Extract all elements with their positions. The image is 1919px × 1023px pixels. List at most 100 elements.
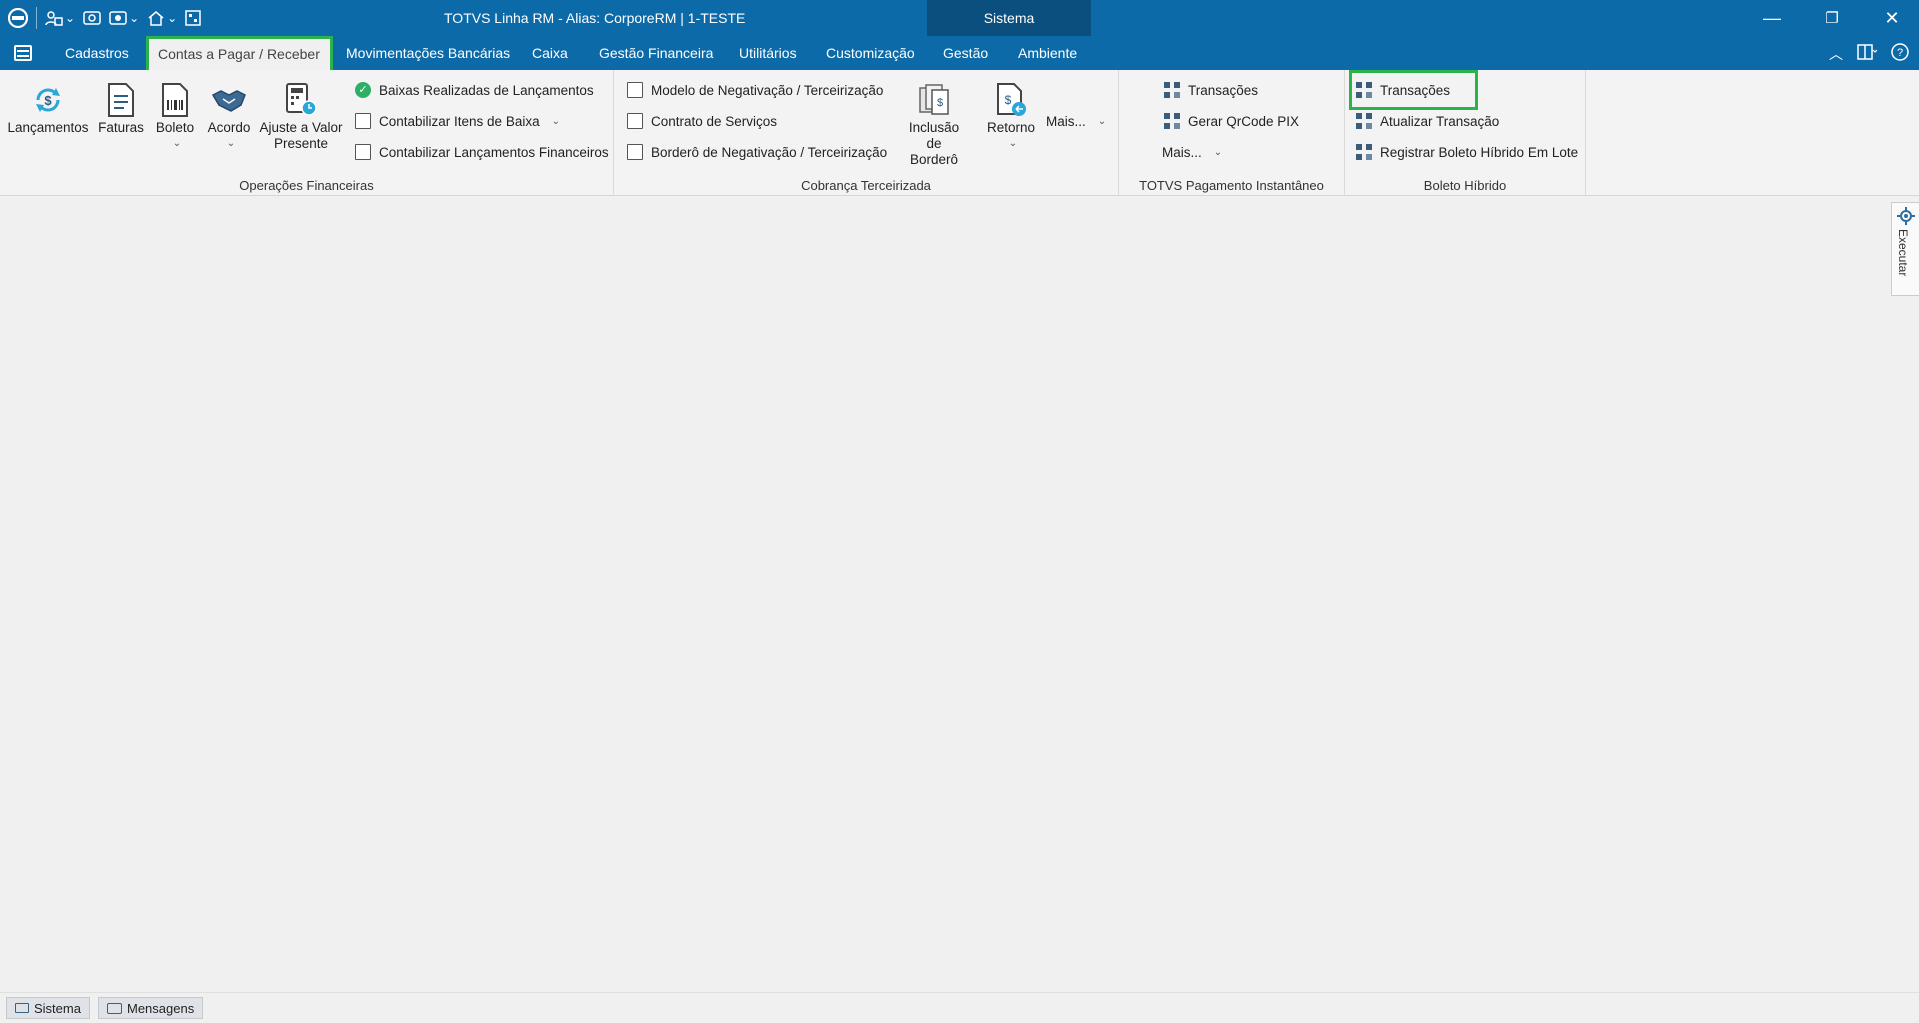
baixas-realizadas-button[interactable]: ✓ Baixas Realizadas de Lançamentos xyxy=(355,79,594,101)
qr-code-icon xyxy=(1356,113,1372,129)
contabilizar-itens-baixa-label: Contabilizar Itens de Baixa xyxy=(379,113,540,129)
window-title: TOTVS Linha RM - Alias: CorporeRM | 1-TE… xyxy=(444,10,746,26)
window-icon[interactable]: ⌄ xyxy=(109,10,139,26)
svg-text:$: $ xyxy=(937,97,943,109)
retorno-button[interactable]: $ Retorno ⌄ xyxy=(982,82,1040,152)
collapse-ribbon-icon[interactable]: ︿ xyxy=(1829,44,1843,64)
eye-icon[interactable] xyxy=(83,10,101,26)
ajuste-valor-presente-button[interactable]: Ajuste a Valor Presente xyxy=(258,82,344,152)
document-icon xyxy=(627,82,643,98)
bordero-negativacao-button[interactable]: Borderô de Negativação / Terceirização xyxy=(627,141,887,163)
faturas-button[interactable]: Faturas xyxy=(93,82,149,136)
mais-pix-label: Mais... xyxy=(1162,144,1202,160)
toolbar-separator xyxy=(36,7,37,29)
tab-customizacao[interactable]: Customização xyxy=(816,36,925,70)
app-logo-icon[interactable] xyxy=(8,8,28,28)
group-boleto-hibrido: Transações Atualizar Transação Registrar… xyxy=(1345,70,1586,196)
baixas-realizadas-label: Baixas Realizadas de Lançamentos xyxy=(379,82,594,98)
restore-icon: ❐ xyxy=(1825,10,1839,27)
tab-gestao[interactable]: Gestão xyxy=(933,36,998,70)
chevron-down-icon: ⌄ xyxy=(65,11,76,25)
calculator-clock-icon xyxy=(283,82,319,118)
gerar-qrcode-pix-label: Gerar QrCode PIX xyxy=(1188,113,1300,129)
document-icon xyxy=(355,144,371,160)
tab-caixa[interactable]: Caixa xyxy=(522,36,578,70)
document-icon xyxy=(627,144,643,160)
chevron-down-icon: ⌄ xyxy=(1008,138,1018,149)
mais-cobranca-label: Mais... xyxy=(1046,113,1086,129)
users-icon[interactable]: ⌄ xyxy=(45,10,75,26)
tab-ambiente[interactable]: Ambiente xyxy=(1008,36,1087,70)
context-tab-label: Sistema xyxy=(983,10,1035,26)
svg-text:$: $ xyxy=(1005,93,1012,107)
document-icon xyxy=(627,113,643,129)
qr-code-icon xyxy=(1164,113,1180,129)
mais-pix-button[interactable]: Mais... ⌄ xyxy=(1162,141,1222,163)
ribbon: $ Lançamentos Faturas Boleto ⌄ Acordo ⌄ xyxy=(0,70,1919,196)
close-button[interactable]: ✕ xyxy=(1862,0,1919,36)
ribbon-tab-bar: Cadastros Contas a Pagar / Receber Movim… xyxy=(0,36,1919,70)
mensagens-status-button[interactable]: Mensagens xyxy=(98,997,204,1019)
executar-side-panel[interactable]: Executar xyxy=(1891,202,1919,296)
document-icon xyxy=(355,113,371,129)
home-icon[interactable]: ⌄ xyxy=(147,10,177,26)
boleto-label: Boleto xyxy=(155,120,195,135)
chevron-down-icon: ⌄ xyxy=(1213,146,1223,158)
chevron-down-icon: ⌄ xyxy=(172,138,182,149)
contrato-servicos-label: Contrato de Serviços xyxy=(651,113,778,129)
inclusao-bordero-button[interactable]: $ Inclusão de Borderô xyxy=(896,82,972,168)
registrar-boleto-hibrido-button[interactable]: Registrar Boleto Híbrido Em Lote xyxy=(1356,141,1578,163)
help-icon[interactable]: ? xyxy=(1891,43,1909,64)
lancamentos-label: Lançamentos xyxy=(7,120,89,135)
tab-cadastros[interactable]: Cadastros xyxy=(55,36,139,70)
mais-cobranca-button[interactable]: Mais... ⌄ xyxy=(1046,110,1106,132)
group-totvs-pagamento-instantaneo: Transações Gerar QrCode PIX Mais... ⌄ TO… xyxy=(1119,70,1345,196)
transacoes-boleto-hibrido-label: Transações xyxy=(1380,82,1451,98)
documents-icon: $ xyxy=(916,82,952,118)
modelo-negativacao-label: Modelo de Negativação / Terceirização xyxy=(651,82,884,98)
atualizar-transacao-button[interactable]: Atualizar Transação xyxy=(1356,110,1499,132)
check-circle-icon: ✓ xyxy=(355,82,371,98)
tab-contas-pagar-receber[interactable]: Contas a Pagar / Receber xyxy=(148,39,330,70)
sistema-status-label: Sistema xyxy=(34,1000,81,1016)
modelo-negativacao-button[interactable]: Modelo de Negativação / Terceirização xyxy=(627,79,883,101)
grid-icon[interactable] xyxy=(185,10,201,26)
chevron-down-icon: ⌄ xyxy=(129,11,140,25)
ajuste-valor-presente-label: Ajuste a Valor Presente xyxy=(259,120,343,151)
layout-icon[interactable] xyxy=(1857,44,1878,63)
atualizar-transacao-label: Atualizar Transação xyxy=(1380,113,1500,129)
minimize-icon: — xyxy=(1763,7,1781,28)
chevron-down-icon: ⌄ xyxy=(226,138,236,149)
qr-code-icon xyxy=(1356,144,1372,160)
application-menu-icon[interactable] xyxy=(14,45,32,61)
tab-gestao-financeira[interactable]: Gestão Financeira xyxy=(589,36,723,70)
gear-icon xyxy=(1897,207,1915,228)
boleto-icon xyxy=(157,82,193,118)
group-cobranca-terceirizada: Modelo de Negativação / Terceirização Co… xyxy=(614,70,1119,196)
lancamentos-button[interactable]: $ Lançamentos xyxy=(7,82,89,136)
mensagens-status-label: Mensagens xyxy=(127,1000,195,1016)
boleto-button[interactable]: Boleto ⌄ xyxy=(152,82,198,152)
sistema-status-button[interactable]: Sistema xyxy=(6,997,90,1019)
gerar-qrcode-pix-button[interactable]: Gerar QrCode PIX xyxy=(1164,110,1299,132)
contabilizar-lancamentos-button[interactable]: Contabilizar Lançamentos Financeiros xyxy=(355,141,609,163)
contrato-servicos-button[interactable]: Contrato de Serviços xyxy=(627,110,777,132)
chevron-down-icon: ⌄ xyxy=(167,11,178,25)
retorno-label: Retorno xyxy=(986,120,1036,135)
lancamentos-icon: $ xyxy=(30,82,66,118)
minimize-button[interactable]: — xyxy=(1742,0,1802,36)
group-label: Cobrança Terceirizada xyxy=(801,178,931,193)
acordo-button[interactable]: Acordo ⌄ xyxy=(203,82,255,152)
group-label: TOTVS Pagamento Instantâneo xyxy=(1139,178,1324,193)
acordo-label: Acordo xyxy=(207,120,251,135)
quick-access-toolbar: ⌄ ⌄ ⌄ xyxy=(8,0,201,36)
transacoes-pix-button[interactable]: Transações xyxy=(1164,79,1258,101)
tab-movimentacoes-bancarias[interactable]: Movimentações Bancárias xyxy=(336,36,520,70)
restore-button[interactable]: ❐ xyxy=(1802,0,1862,36)
status-bar: Sistema Mensagens xyxy=(0,992,1919,1023)
contabilizar-itens-baixa-button[interactable]: Contabilizar Itens de Baixa ⌄ xyxy=(355,110,560,132)
transacoes-boleto-hibrido-button[interactable]: Transações xyxy=(1356,79,1450,101)
chevron-down-icon: ⌄ xyxy=(1097,115,1107,127)
tab-utilitarios[interactable]: Utilitários xyxy=(729,36,807,70)
message-icon xyxy=(107,1002,122,1014)
